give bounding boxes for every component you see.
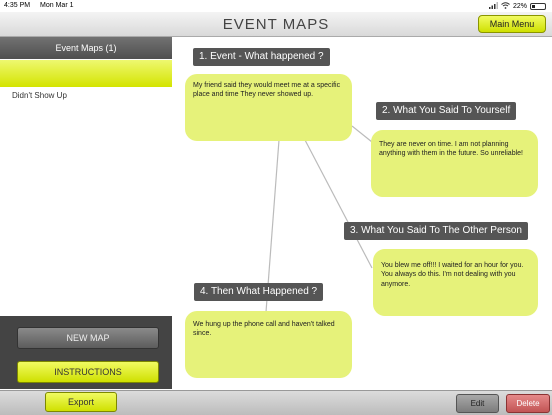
export-button[interactable]: Export	[45, 392, 117, 412]
node-2-text: They are never on time. I am not plannin…	[379, 141, 523, 158]
node-1-text: My friend said they would meet me at a s…	[193, 82, 341, 99]
edit-button[interactable]: Edit	[456, 394, 499, 413]
node-3-bubble[interactable]: You blew me off!!! I waited for an hour …	[373, 249, 538, 316]
node-4-title[interactable]: 4. Then What Happened ?	[194, 283, 324, 301]
connector-1-3	[304, 139, 373, 269]
connector-1-2	[351, 125, 373, 143]
delete-button[interactable]: Delete	[506, 394, 550, 413]
node-4-text: We hung up the phone call and haven't ta…	[193, 321, 335, 338]
node-1-title[interactable]: 1. Event - What happened ?	[193, 48, 330, 66]
node-2-bubble[interactable]: They are never on time. I am not plannin…	[371, 130, 538, 197]
node-3-title[interactable]: 3. What You Said To The Other Person	[344, 222, 528, 240]
node-1-bubble[interactable]: My friend said they would meet me at a s…	[185, 74, 352, 141]
node-4-bubble[interactable]: We hung up the phone call and haven't ta…	[185, 311, 352, 378]
node-3-text: You blew me off!!! I waited for an hour …	[381, 262, 524, 288]
node-2-title[interactable]: 2. What You Said To Yourself	[376, 102, 517, 120]
